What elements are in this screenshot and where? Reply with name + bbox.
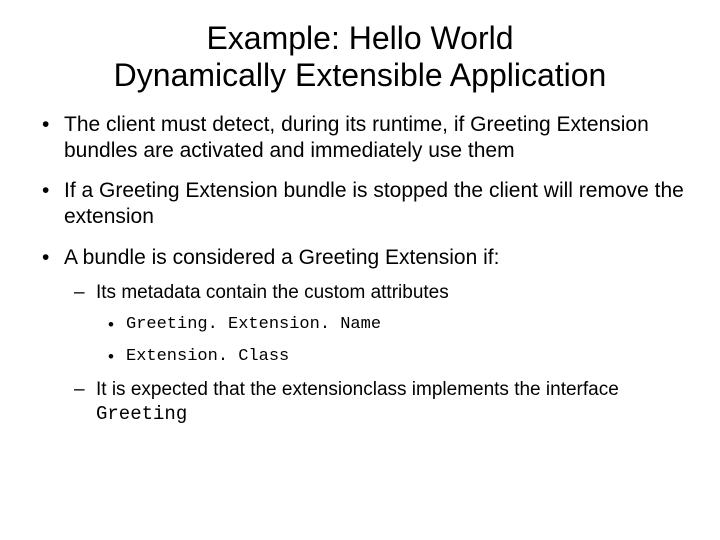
- bullet-list: The client must detect, during its runti…: [36, 112, 684, 428]
- bullet-text: Its metadata contain the custom attribut…: [96, 282, 449, 303]
- bullet-text: A bundle is considered a Greeting Extens…: [64, 246, 499, 269]
- slide: Example: Hello World Dynamically Extensi…: [0, 0, 720, 540]
- sub-list: Its metadata contain the custom attribut…: [64, 281, 684, 427]
- code-text: Extension. Class: [126, 347, 289, 366]
- sub-sub-list: Greeting. Extension. Name Extension. Cla…: [96, 314, 684, 368]
- title-line-1: Example: Hello World: [206, 20, 513, 56]
- list-item: If a Greeting Extension bundle is stoppe…: [58, 178, 684, 231]
- bullet-text: If a Greeting Extension bundle is stoppe…: [64, 179, 684, 228]
- list-item: The client must detect, during its runti…: [58, 112, 684, 165]
- code-text: Greeting. Extension. Name: [126, 315, 381, 334]
- bullet-text: The client must detect, during its runti…: [64, 113, 649, 162]
- list-item: Extension. Class: [124, 346, 684, 368]
- title-line-2: Dynamically Extensible Application: [114, 57, 607, 93]
- slide-title: Example: Hello World Dynamically Extensi…: [36, 20, 684, 94]
- bullet-text: It is expected that the extensionclass i…: [96, 379, 619, 400]
- code-text: Greeting: [96, 403, 187, 425]
- list-item: Greeting. Extension. Name: [124, 314, 684, 336]
- list-item: It is expected that the extensionclass i…: [92, 378, 684, 427]
- list-item: Its metadata contain the custom attribut…: [92, 281, 684, 368]
- list-item: A bundle is considered a Greeting Extens…: [58, 245, 684, 428]
